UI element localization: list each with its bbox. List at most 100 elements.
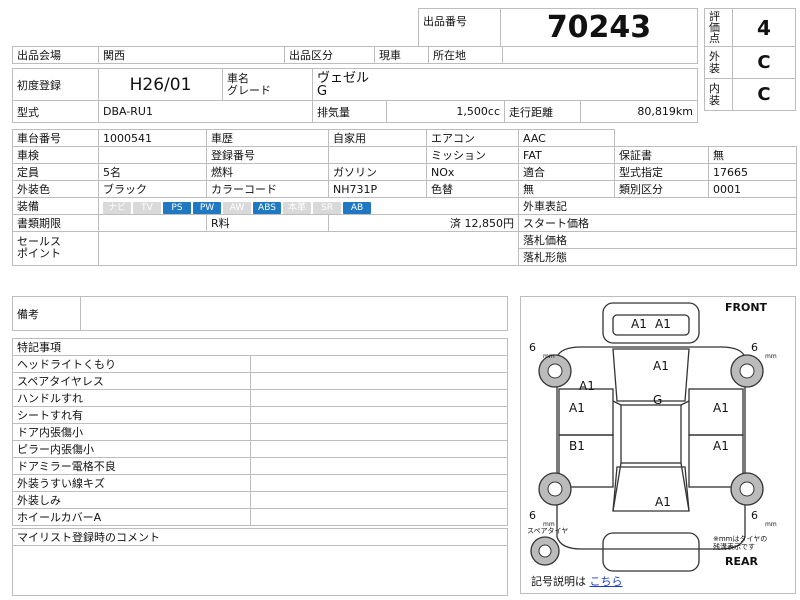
mylist-value — [12, 545, 508, 596]
category-class-value: 0001 — [708, 180, 797, 198]
damage-diagram: FRONT REAR 6 6 6 6 mm mm mm mm スペアタイヤ ※m… — [520, 296, 796, 594]
car-grade: G — [317, 83, 328, 99]
venue-row: 出品会場 関西 出品区分 現車 所在地 — [12, 46, 698, 64]
windshield-outline — [612, 348, 690, 402]
score-table: 評価点 4 外装 C 内装 C — [704, 8, 796, 111]
name-grade-label: 車名 グレード — [222, 68, 313, 101]
note-item: ヘッドライトくもり — [12, 355, 251, 373]
mark-right-rear-door: A1 — [713, 439, 729, 453]
tire-depth-fr: 6 — [751, 341, 758, 354]
note-item: ドア内張傷小 — [12, 423, 251, 441]
model-value: DBA-RU1 — [98, 100, 313, 123]
equipment-chip-5: ABS — [253, 201, 281, 214]
mylist-label: マイリスト登録時のコメント — [12, 528, 508, 546]
equipment-chip-0: ナビ — [103, 201, 131, 214]
rear-label: REAR — [725, 555, 758, 568]
history-value: 自家用 — [328, 129, 427, 147]
venue-label: 出品会場 — [12, 46, 99, 64]
location-label: 所在地 — [428, 46, 503, 64]
note-blank — [250, 355, 508, 373]
nox-label: NOx — [426, 163, 519, 181]
docs-value — [98, 214, 207, 232]
note-item: スペアタイヤレス — [12, 372, 251, 390]
color-change-label: 色替 — [426, 180, 519, 198]
equipment-chip-3: PW — [193, 201, 221, 214]
spacer — [709, 130, 797, 147]
score-value-interior: C — [732, 78, 796, 111]
car-name: ヴェゼル — [317, 70, 370, 86]
tire-depth-fl: 6 — [529, 341, 536, 354]
spacer — [615, 130, 709, 147]
mission-value: FAT — [518, 146, 615, 164]
lot-header: 出品番号 70243 — [418, 8, 698, 47]
remarks-table: 備考 — [12, 296, 508, 331]
note-item: 外装うすい線キズ — [12, 474, 251, 492]
chassis-label: 車台番号 — [12, 129, 99, 147]
note-item: シートすれ有 — [12, 406, 251, 424]
legend-text: 記号説明は — [531, 575, 586, 588]
legend-link[interactable]: こちら — [590, 575, 623, 588]
note-blank — [250, 491, 508, 509]
hood-outline — [612, 314, 690, 336]
remarks-value — [80, 296, 508, 331]
model-designation-value: 17665 — [708, 163, 797, 181]
front-label: FRONT — [725, 301, 768, 314]
sold-price-label: 落札価格 — [518, 231, 797, 249]
note-blank — [250, 457, 508, 475]
first-reg-value: H26/01 — [98, 68, 223, 101]
start-price-label: スタート価格 — [518, 214, 797, 232]
tire-depth-rl: 6 — [529, 509, 536, 522]
note-item: ハンドルすれ — [12, 389, 251, 407]
regno-label: 登録番号 — [206, 146, 329, 164]
name-grade-value: ヴェゼル G — [312, 68, 698, 101]
equipment-chip-2: PS — [163, 201, 191, 214]
mission-label: ミッション — [426, 146, 519, 164]
sold-type-label: 落札形態 — [518, 248, 797, 266]
aircon-value: AAC — [518, 129, 615, 147]
displacement-value: 1,500cc — [386, 100, 505, 123]
mark-left-front-door: A1 — [569, 401, 585, 415]
equipment-label: 装備 — [12, 197, 99, 215]
warranty-label: 保証書 — [614, 146, 709, 164]
inspection-label: 車検 — [12, 146, 99, 164]
notes-title: 特記事項 — [12, 338, 508, 356]
recycle-label: R料 — [206, 214, 329, 232]
legend: 記号説明は こちら — [531, 573, 623, 589]
tire-note: ※mmはタイヤの 残溝表示です — [713, 535, 768, 551]
equipment-chip-7: SR — [313, 201, 341, 214]
compliance-label: 適合 — [518, 163, 615, 181]
color-change-value: 無 — [518, 180, 615, 198]
docs-label: 書類期限 — [12, 214, 99, 232]
note-blank — [250, 406, 508, 424]
note-item: ピラー内張傷小 — [12, 440, 251, 458]
aircon-label: エアコン — [426, 129, 519, 147]
rear-window-outline — [612, 466, 690, 512]
note-blank — [250, 389, 508, 407]
displacement-label: 排気量 — [312, 100, 387, 123]
note-item: 外装しみ — [12, 491, 251, 509]
mark-roof-front: A1 — [653, 359, 669, 373]
category-value: 現車 — [374, 46, 429, 64]
equipment-chip-8: AB — [343, 201, 371, 214]
equipment-chip-4: AW — [223, 201, 251, 214]
note-blank — [250, 508, 508, 526]
score-label-exterior: 外装 — [704, 46, 733, 79]
note-blank — [250, 440, 508, 458]
note-item: ドアミラー電格不良 — [12, 457, 251, 475]
equipment-chip-1: TV — [133, 201, 161, 214]
score-value-exterior: C — [732, 46, 796, 79]
tire-unit-fr: mm — [765, 353, 777, 360]
venue-value: 関西 — [98, 46, 285, 64]
mark-left-rear-door: B1 — [569, 439, 585, 453]
color-code-label: カラーコード — [206, 180, 329, 198]
roof-outline — [620, 404, 682, 464]
inspection-value — [98, 146, 207, 164]
left-front-door-outline — [558, 388, 614, 436]
note-blank — [250, 372, 508, 390]
exterior-color-value: ブラック — [98, 180, 207, 198]
category-label: 出品区分 — [284, 46, 375, 64]
exterior-color-label: 外装色 — [12, 180, 99, 198]
model-designation-label: 型式指定 — [614, 163, 709, 181]
fuel-label: 燃料 — [206, 163, 329, 181]
equipment-chip-6: 本革 — [283, 201, 311, 214]
